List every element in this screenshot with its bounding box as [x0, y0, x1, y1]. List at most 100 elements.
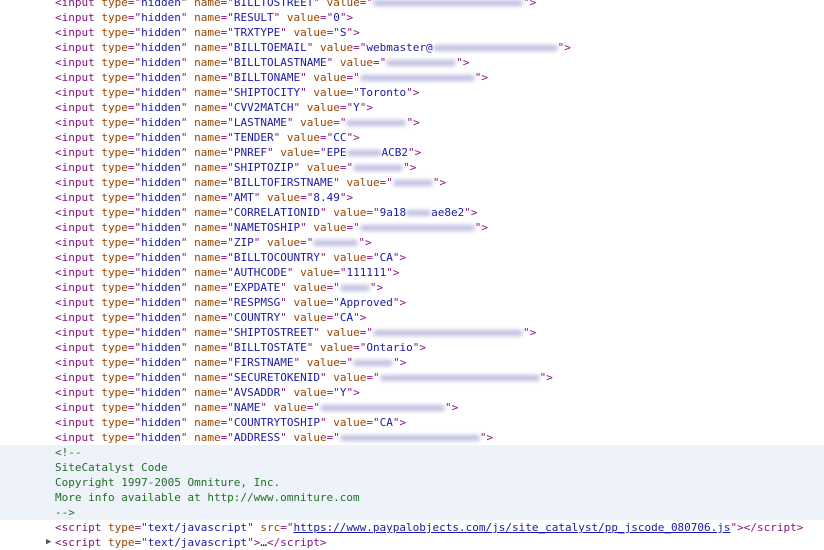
input-element-authcode[interactable]: <input type="hidden" name="AUTHCODE" val…: [0, 265, 824, 280]
redacted-value: [386, 60, 457, 66]
type-value: hidden: [141, 356, 181, 369]
name-value: SHIPTOSTREET: [233, 326, 314, 339]
tag-open: <input: [55, 266, 95, 279]
tag-open: <input: [55, 11, 95, 24]
input-element-result[interactable]: <input type="hidden" name="RESULT" value…: [0, 10, 824, 25]
value-text: 8.49: [313, 191, 340, 204]
input-element-respmsg[interactable]: <input type="hidden" name="RESPMSG" valu…: [0, 295, 824, 310]
input-element-avsaddr[interactable]: <input type="hidden" name="AVSADDR" valu…: [0, 385, 824, 400]
attr-name: name: [194, 191, 221, 204]
value-text: CC: [333, 131, 347, 144]
expand-triangle-icon[interactable]: ▶: [46, 535, 51, 550]
tag-close: ">: [412, 341, 426, 354]
input-element-securetokenid[interactable]: <input type="hidden" name="SECURETOKENID…: [0, 370, 824, 385]
attr-value: value: [273, 401, 307, 414]
script-element-sitecatalyst[interactable]: <script type="text/javascript" src="http…: [0, 520, 824, 535]
type-value: hidden: [141, 206, 181, 219]
attr-type: type: [101, 326, 128, 339]
type-value: hidden: [141, 431, 181, 444]
attr-type: type: [101, 41, 128, 54]
attr-value: value: [280, 146, 314, 159]
value-text: CA: [379, 251, 393, 264]
html-comment-block[interactable]: <!-- SiteCatalyst Code Copyright 1997-20…: [0, 445, 824, 520]
type-value: hidden: [141, 251, 181, 264]
tag-open: <input: [55, 296, 95, 309]
input-element-tender[interactable]: <input type="hidden" name="TENDER" value…: [0, 130, 824, 145]
attr-type: type: [101, 26, 128, 39]
input-element-pnref[interactable]: <input type="hidden" name="PNREF" value=…: [0, 145, 824, 160]
attr-name: name: [194, 236, 221, 249]
type-value: hidden: [141, 236, 181, 249]
input-element-name[interactable]: <input type="hidden" name="NAME" value="…: [0, 400, 824, 415]
input-element-country[interactable]: <input type="hidden" name="COUNTRY" valu…: [0, 310, 824, 325]
tag-open: <input: [55, 251, 95, 264]
input-element-billtoname[interactable]: <input type="hidden" name="BILLTONAME" v…: [0, 70, 824, 85]
input-element-cvv2match[interactable]: <input type="hidden" name="CVV2MATCH" va…: [0, 100, 824, 115]
comment-line-2: Copyright 1997-2005 Omniture, Inc.: [55, 476, 281, 489]
attr-type: type: [101, 116, 128, 129]
input-element-billtostreet[interactable]: <input type="hidden" name="BILLTOSTREET"…: [0, 0, 824, 10]
attr-value: value: [313, 221, 347, 234]
input-element-amt[interactable]: <input type="hidden" name="AMT" value="8…: [0, 190, 824, 205]
input-element-billtocountry[interactable]: <input type="hidden" name="BILLTOCOUNTRY…: [0, 250, 824, 265]
type-value: hidden: [141, 86, 181, 99]
comment-line-3: More info available at http://www.omnitu…: [55, 491, 360, 504]
input-element-billtolastname[interactable]: <input type="hidden" name="BILLTOLASTNAM…: [0, 55, 824, 70]
attr-name: name: [194, 56, 221, 69]
attr-value: value: [333, 251, 367, 264]
attr-type: type: [101, 371, 128, 384]
attr-name: name: [194, 221, 221, 234]
attr-value: value: [286, 11, 320, 24]
attr-type: type: [101, 101, 128, 114]
tag-open: <input: [55, 86, 95, 99]
comment-open: <!--: [55, 446, 82, 459]
name-value: ZIP: [233, 236, 254, 249]
type-value: hidden: [141, 191, 181, 204]
attr-name: name: [194, 101, 221, 114]
type-value: hidden: [141, 176, 181, 189]
input-element-shiptozip[interactable]: <input type="hidden" name="SHIPTOZIP" va…: [0, 160, 824, 175]
input-element-billtofirstname[interactable]: <input type="hidden" name="BILLTOFIRSTNA…: [0, 175, 824, 190]
input-element-billtoemail[interactable]: <input type="hidden" name="BILLTOEMAIL" …: [0, 40, 824, 55]
attr-name: name: [194, 281, 221, 294]
tag-close: ">: [359, 101, 373, 114]
input-element-firstname[interactable]: <input type="hidden" name="FIRSTNAME" va…: [0, 355, 824, 370]
tag-close: ">: [432, 176, 447, 189]
redacted-value: [353, 165, 404, 171]
input-element-address[interactable]: <input type="hidden" name="ADDRESS" valu…: [0, 430, 824, 445]
type-value: hidden: [141, 26, 181, 39]
attr-name: name: [194, 341, 221, 354]
input-element-expdate[interactable]: <input type="hidden" name="EXPDATE" valu…: [0, 280, 824, 295]
attr-name: name: [194, 386, 221, 399]
script-element-collapsed[interactable]: ▶ <script type="text/javascript">…</scrip…: [0, 535, 824, 550]
type-value: hidden: [141, 101, 181, 114]
tag-open: <input: [55, 371, 95, 384]
input-element-trxtype[interactable]: <input type="hidden" name="TRXTYPE" valu…: [0, 25, 824, 40]
tag-close: ">: [522, 326, 537, 339]
input-element-billtostate[interactable]: <input type="hidden" name="BILLTOSTATE" …: [0, 340, 824, 355]
redacted-value: [353, 360, 394, 366]
tag-open: <input: [55, 56, 95, 69]
input-element-lastname[interactable]: <input type="hidden" name="LASTNAME" val…: [0, 115, 824, 130]
input-element-nametoship[interactable]: <input type="hidden" name="NAMETOSHIP" v…: [0, 220, 824, 235]
attr-value: value: [306, 101, 340, 114]
value-text: Toronto: [359, 86, 407, 99]
type-value: hidden: [141, 281, 181, 294]
script-src-link[interactable]: https://www.paypalobjects.com/js/site_ca…: [293, 521, 730, 534]
attr-value: value: [333, 206, 367, 219]
attr-type: type: [101, 176, 128, 189]
name-value: BILLTOEMAIL: [233, 41, 307, 54]
input-element-zip[interactable]: <input type="hidden" name="ZIP" value=" "…: [0, 235, 824, 250]
input-element-shiptostreet[interactable]: <input type="hidden" name="SHIPTOSTREET"…: [0, 325, 824, 340]
collapsed-ellipsis[interactable]: …: [260, 536, 267, 549]
value-text: Ontario: [366, 341, 413, 354]
input-element-shiptocity[interactable]: <input type="hidden" name="SHIPTOCITY" v…: [0, 85, 824, 100]
attr-name: name: [194, 116, 221, 129]
hidden-input-list: <input type="hidden" name="BILLTOSTREET"…: [0, 0, 824, 445]
input-element-correlationid[interactable]: <input type="hidden" name="CORRELATIONID…: [0, 205, 824, 220]
attr-name: name: [194, 161, 221, 174]
comment-line-1: SiteCatalyst Code: [55, 461, 168, 474]
tag-close: ">: [479, 431, 494, 444]
attr-value: value: [267, 236, 301, 249]
input-element-countrytoship[interactable]: <input type="hidden" name="COUNTRYTOSHIP…: [0, 415, 824, 430]
